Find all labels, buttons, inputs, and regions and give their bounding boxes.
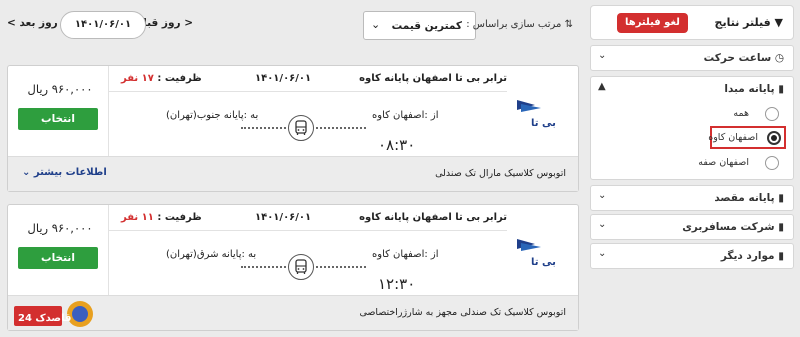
trip-destination: به :پایانه شرق(تهران): [166, 249, 257, 260]
trip-header: ترابر بی تا اصفهان پایانه کاوه ۱۴۰۱/۰۶/۰…: [109, 205, 507, 231]
trip-origin: از :اصفهان کاوه: [372, 110, 439, 121]
chevron-down-icon: ⌄: [371, 18, 381, 31]
building-icon: ▮: [778, 221, 784, 233]
more-info-link[interactable]: اطلاعات بیشتر ⌄: [22, 167, 107, 178]
trip-capacity: ظرفیت : ۱۱ نفر: [121, 212, 202, 223]
chevron-down-icon: ⌄: [22, 167, 31, 178]
date-field[interactable]: ۱۴۰۱/۰۶/۰۱: [60, 11, 146, 39]
next-day-button[interactable]: روز بعد >: [7, 17, 58, 29]
radio-button[interactable]: [765, 156, 779, 170]
filter-title: ▼ فیلتر نتایج: [714, 16, 783, 29]
radio-button-selected[interactable]: [767, 131, 781, 145]
trip-header: ترابر بی تا اصفهان پایانه کاوه ۱۴۰۱/۰۶/۰…: [109, 66, 507, 92]
section-label: موارد دیگر: [720, 250, 775, 262]
sort-select[interactable]: کمترین قیمت ⌄: [363, 11, 476, 40]
select-button[interactable]: انتخاب: [18, 108, 98, 130]
price-column: ۹۶۰,۰۰۰ ریال انتخاب: [8, 66, 109, 158]
clear-filters-button[interactable]: لغو فیلترها: [617, 13, 688, 33]
sort-label: ⇅ مرتب سازی براساس :: [466, 19, 573, 30]
bus-company-logo: بی تا: [513, 235, 565, 269]
filter-header: ▼ فیلتر نتایج لغو فیلترها: [590, 5, 794, 40]
sort-icon: ⇅: [564, 19, 573, 30]
section-label: پایانه مبدا: [724, 83, 775, 95]
trip-route: ترابر بی تا اصفهان پایانه کاوه: [359, 212, 507, 223]
bus-type: اتوبوس کلاسیک مارال تک صندلی: [435, 168, 566, 179]
bus-company-logo: بی تا: [513, 96, 565, 130]
building-icon: ▮: [778, 192, 784, 204]
chevron-down-icon: ⌄: [598, 50, 607, 61]
origin-option-esfahan-soffeh[interactable]: اصفهان صفه: [593, 152, 793, 174]
section-label: ساعت حرکت: [703, 52, 772, 64]
trip-card: ۹۶۰,۰۰۰ ریال انتخاب ترابر بی تا اصفهان پ…: [7, 65, 579, 192]
sort-value: کمترین قیمت: [391, 20, 462, 32]
sort-bar: کمترین قیمت ⌄ ⇅ مرتب سازی براساس :: [363, 11, 573, 41]
chevron-left-icon: <: [184, 17, 193, 29]
route-line: [241, 266, 286, 268]
filter-funnel-icon: ▼: [774, 16, 783, 29]
price: ۹۶۰,۰۰۰ ریال: [27, 221, 93, 235]
section-origin-terminal: ▮ پایانه مبدا ▲ همه اصفهان کاوه اصفهان ص…: [590, 76, 794, 180]
prev-day-button[interactable]: < روز قبل: [138, 17, 193, 29]
watermark-text: قاصدک 24: [18, 313, 71, 324]
trip-route: ترابر بی تا اصفهان پایانه کاوه: [359, 73, 507, 84]
price: ۹۶۰,۰۰۰ ریال: [27, 82, 93, 96]
price-column: ۹۶۰,۰۰۰ ریال انتخاب: [8, 205, 109, 297]
chevron-down-icon: ⌄: [598, 219, 607, 230]
origin-option-esfahan-kaveh[interactable]: اصفهان کاوه: [708, 126, 786, 149]
building-icon: ▮: [778, 250, 784, 262]
chevron-up-icon[interactable]: ▲: [598, 81, 606, 92]
bus-icon: [288, 254, 314, 280]
section-label: شرکت مسافربری: [682, 221, 775, 233]
trip-date: ۱۴۰۱/۰۶/۰۱: [255, 212, 312, 223]
route-line: [316, 127, 366, 129]
chevron-down-icon: ⌄: [598, 190, 607, 201]
section-bus-company[interactable]: ▮ شرکت مسافربری ⌄: [590, 214, 794, 240]
chevron-right-icon: >: [7, 17, 16, 29]
ghasedak24-watermark: قاصدک 24: [14, 298, 98, 330]
section-departure-time[interactable]: ◷ ساعت حرکت ⌄: [590, 45, 794, 71]
chevron-down-icon: ⌄: [598, 248, 607, 259]
section-destination-terminal[interactable]: ▮ پایانه مقصد ⌄: [590, 185, 794, 211]
trip-capacity: ظرفیت : ۱۷ نفر: [121, 73, 202, 84]
section-label: پایانه مقصد: [714, 192, 775, 204]
date-navigator: < روز قبل ۱۴۰۱/۰۶/۰۱ روز بعد >: [7, 11, 193, 39]
bus-type: اتوبوس کلاسیک تک صندلی مجهز به شارژراختص…: [359, 307, 566, 318]
logo-text: بی تا: [531, 118, 556, 129]
trip-destination: به :پایانه جنوب(تهران): [166, 110, 259, 121]
building-icon: ▮: [778, 83, 784, 95]
trip-date: ۱۴۰۱/۰۶/۰۱: [255, 73, 312, 84]
logo-text: بی تا: [531, 257, 556, 268]
route-line: [316, 266, 366, 268]
bus-icon: [288, 115, 314, 141]
radio-button[interactable]: [765, 107, 779, 121]
origin-option-all[interactable]: همه: [593, 103, 793, 125]
clock-icon: ◷: [774, 52, 784, 64]
filter-sidebar: ▼ فیلتر نتایج لغو فیلترها ◷ ساعت حرکت ⌄ …: [590, 5, 794, 269]
section-other[interactable]: ▮ موارد دیگر ⌄: [590, 243, 794, 269]
route-line: [241, 127, 286, 129]
trip-footer: اتوبوس کلاسیک مارال تک صندلی اطلاعات بیش…: [8, 156, 578, 191]
trip-origin: از :اصفهان کاوه: [372, 249, 439, 260]
select-button[interactable]: انتخاب: [18, 247, 98, 269]
departure-time: ۰۸:۳۰: [378, 136, 416, 154]
departure-time: ۱۲:۳۰: [378, 275, 416, 293]
